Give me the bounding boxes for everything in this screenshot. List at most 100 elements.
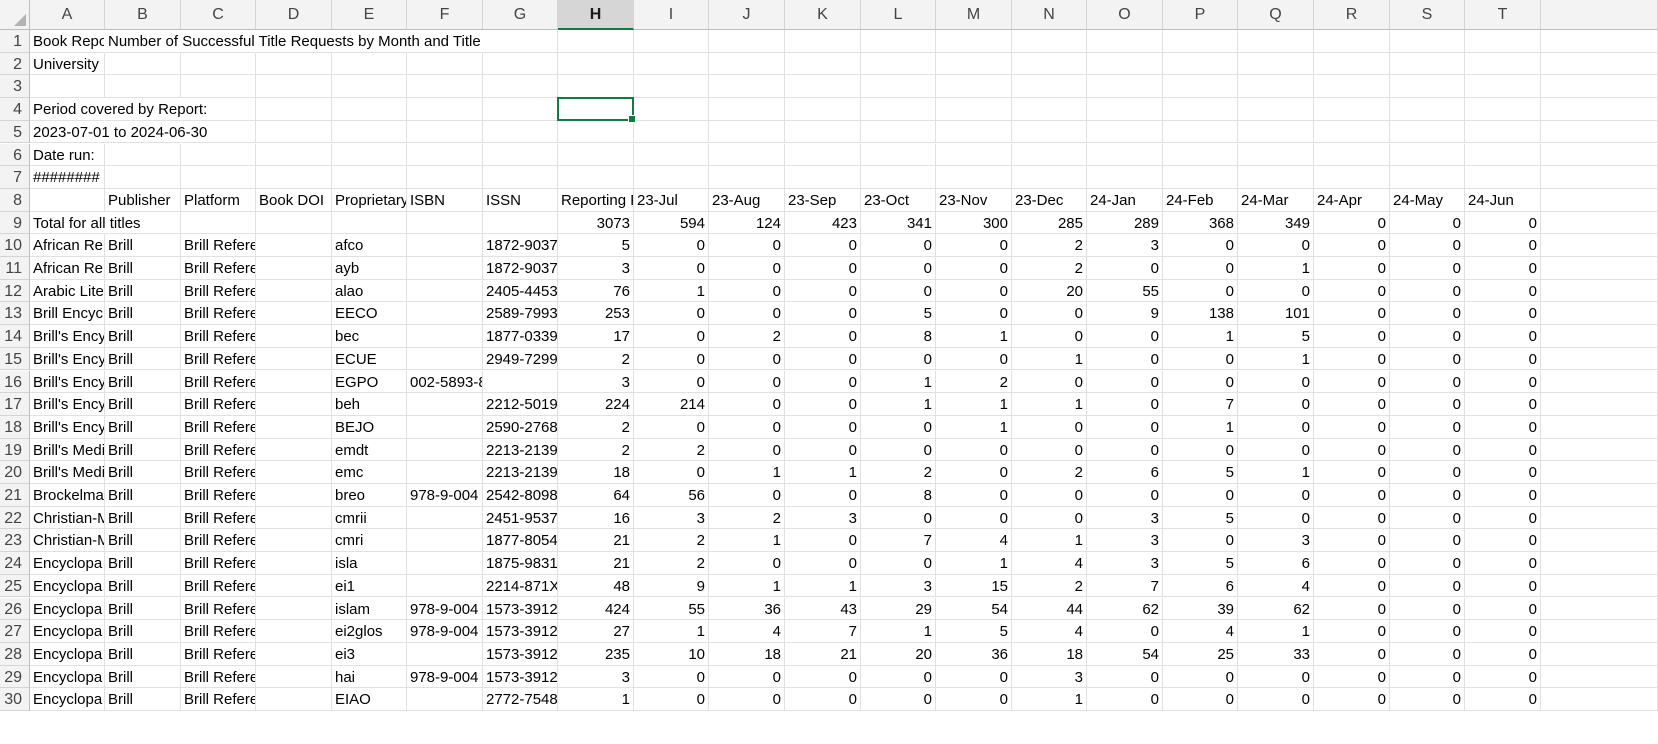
cell-g15[interactable]: 2949-7299 bbox=[483, 347, 558, 371]
cell-q19[interactable]: 0 bbox=[1238, 438, 1314, 462]
cell-g6[interactable] bbox=[483, 143, 558, 167]
cell-q12[interactable]: 0 bbox=[1238, 279, 1314, 303]
cell-j21[interactable]: 0 bbox=[709, 484, 785, 507]
cell-f13[interactable] bbox=[407, 302, 483, 326]
cell-o8[interactable]: 24-Jan bbox=[1087, 188, 1163, 212]
cell-q1[interactable] bbox=[1238, 30, 1314, 53]
cell-d20[interactable] bbox=[256, 461, 332, 484]
column-header-l[interactable]: L bbox=[861, 0, 936, 30]
cell-a27[interactable]: Encyclopa bbox=[30, 620, 105, 643]
cell-q16[interactable]: 0 bbox=[1238, 370, 1314, 394]
cell-a4[interactable]: Period covered by Report: bbox=[30, 98, 207, 121]
cell-j13[interactable]: 0 bbox=[709, 302, 785, 326]
cell-n20[interactable]: 2 bbox=[1012, 461, 1087, 484]
cell-f6[interactable] bbox=[407, 143, 483, 167]
cell-d14[interactable] bbox=[256, 325, 332, 348]
cell-s8[interactable]: 24-May bbox=[1390, 188, 1465, 212]
cell-a21[interactable]: Brockelma bbox=[30, 484, 105, 507]
cell-k16[interactable]: 0 bbox=[785, 370, 861, 394]
cell-n19[interactable]: 0 bbox=[1012, 438, 1087, 462]
cell-n3[interactable] bbox=[1012, 75, 1087, 99]
column-header-q[interactable]: Q bbox=[1238, 0, 1314, 30]
cell-p8[interactable]: 24-Feb bbox=[1163, 188, 1238, 212]
row-header[interactable]: 9 bbox=[0, 211, 30, 235]
cell-g14[interactable]: 1877-0339 bbox=[483, 325, 558, 348]
cell-j19[interactable]: 0 bbox=[709, 438, 785, 462]
cell-b20[interactable]: Brill bbox=[105, 461, 181, 484]
cell-l18[interactable]: 0 bbox=[861, 415, 936, 439]
cell-b30[interactable]: Brill bbox=[105, 688, 181, 711]
row-header[interactable]: 30 bbox=[0, 688, 30, 711]
cell-f7[interactable] bbox=[407, 166, 483, 189]
cell-o17[interactable]: 0 bbox=[1087, 393, 1163, 416]
cell-j26[interactable]: 36 bbox=[709, 597, 785, 621]
cell-p13[interactable]: 138 bbox=[1163, 302, 1238, 326]
cell-a17[interactable]: Brill's Ency bbox=[30, 393, 105, 416]
cell-f29[interactable]: 978-9-004 bbox=[407, 665, 483, 689]
cell-c28[interactable]: Brill Reference Works bbox=[181, 642, 256, 666]
cell-h19[interactable]: 2 bbox=[558, 438, 634, 462]
select-all-corner[interactable] bbox=[0, 0, 30, 30]
cell-j1[interactable] bbox=[709, 30, 785, 53]
cell-s14[interactable]: 0 bbox=[1390, 325, 1465, 348]
cell-q20[interactable]: 1 bbox=[1238, 461, 1314, 484]
cell-r4[interactable] bbox=[1314, 98, 1390, 121]
cell-d28[interactable] bbox=[256, 642, 332, 666]
cell-r5[interactable] bbox=[1314, 120, 1390, 144]
cell-m27[interactable]: 5 bbox=[936, 620, 1012, 643]
cell-n24[interactable]: 4 bbox=[1012, 552, 1087, 575]
cell-m8[interactable]: 23-Nov bbox=[936, 188, 1012, 212]
cell-m20[interactable]: 0 bbox=[936, 461, 1012, 484]
cell-g5[interactable] bbox=[483, 120, 558, 144]
cell-q17[interactable]: 0 bbox=[1238, 393, 1314, 416]
cell-q6[interactable] bbox=[1238, 143, 1314, 167]
cell-e15[interactable]: ECUE bbox=[332, 347, 407, 371]
cell-c14[interactable]: Brill Reference Works bbox=[181, 325, 256, 348]
cell-r20[interactable]: 0 bbox=[1314, 461, 1390, 484]
cell-j9[interactable]: 124 bbox=[709, 211, 785, 235]
cell-d25[interactable] bbox=[256, 574, 332, 598]
cell-s1[interactable] bbox=[1390, 30, 1465, 53]
cell-g9[interactable] bbox=[483, 211, 558, 235]
cell-p6[interactable] bbox=[1163, 143, 1238, 167]
cell-i18[interactable]: 0 bbox=[634, 415, 709, 439]
cell-p18[interactable]: 1 bbox=[1163, 415, 1238, 439]
row-header[interactable]: 27 bbox=[0, 620, 30, 643]
cell-f27[interactable]: 978-9-004 bbox=[407, 620, 483, 643]
cell-q18[interactable]: 0 bbox=[1238, 415, 1314, 439]
cell-h18[interactable]: 2 bbox=[558, 415, 634, 439]
cell-c3[interactable] bbox=[181, 75, 256, 99]
cell-m24[interactable]: 1 bbox=[936, 552, 1012, 575]
cell-m2[interactable] bbox=[936, 52, 1012, 76]
cell-b28[interactable]: Brill bbox=[105, 642, 181, 666]
cell-c11[interactable]: Brill Reference Works bbox=[181, 257, 256, 280]
cell-c10[interactable]: Brill Reference Works bbox=[181, 234, 256, 257]
cell-t24[interactable]: 0 bbox=[1465, 552, 1541, 575]
cell-k25[interactable]: 1 bbox=[785, 574, 861, 598]
row-header[interactable]: 7 bbox=[0, 166, 30, 189]
cell-k18[interactable]: 0 bbox=[785, 415, 861, 439]
cell-s5[interactable] bbox=[1390, 120, 1465, 144]
cell-k27[interactable]: 7 bbox=[785, 620, 861, 643]
cell-d8[interactable]: Book DOI bbox=[256, 188, 332, 212]
cell-i16[interactable]: 0 bbox=[634, 370, 709, 394]
cell-a26[interactable]: Encyclopa bbox=[30, 597, 105, 621]
cell-h16[interactable]: 3 bbox=[558, 370, 634, 394]
cell-b10[interactable]: Brill bbox=[105, 234, 181, 257]
cell-c7[interactable] bbox=[181, 166, 256, 189]
cell-k8[interactable]: 23-Sep bbox=[785, 188, 861, 212]
cell-t8[interactable]: 24-Jun bbox=[1465, 188, 1541, 212]
row-header[interactable]: 16 bbox=[0, 370, 30, 394]
cell-m18[interactable]: 1 bbox=[936, 415, 1012, 439]
cell-d2[interactable] bbox=[256, 52, 332, 76]
cell-l25[interactable]: 3 bbox=[861, 574, 936, 598]
cell-k11[interactable]: 0 bbox=[785, 257, 861, 280]
cell-e2[interactable] bbox=[332, 52, 407, 76]
cell-f22[interactable] bbox=[407, 506, 483, 530]
cell-d4[interactable] bbox=[256, 98, 332, 121]
cell-f5[interactable] bbox=[407, 120, 483, 144]
cell-o29[interactable]: 0 bbox=[1087, 665, 1163, 689]
cell-q11[interactable]: 1 bbox=[1238, 257, 1314, 280]
cell-k19[interactable]: 0 bbox=[785, 438, 861, 462]
cell-e21[interactable]: breo bbox=[332, 484, 407, 507]
